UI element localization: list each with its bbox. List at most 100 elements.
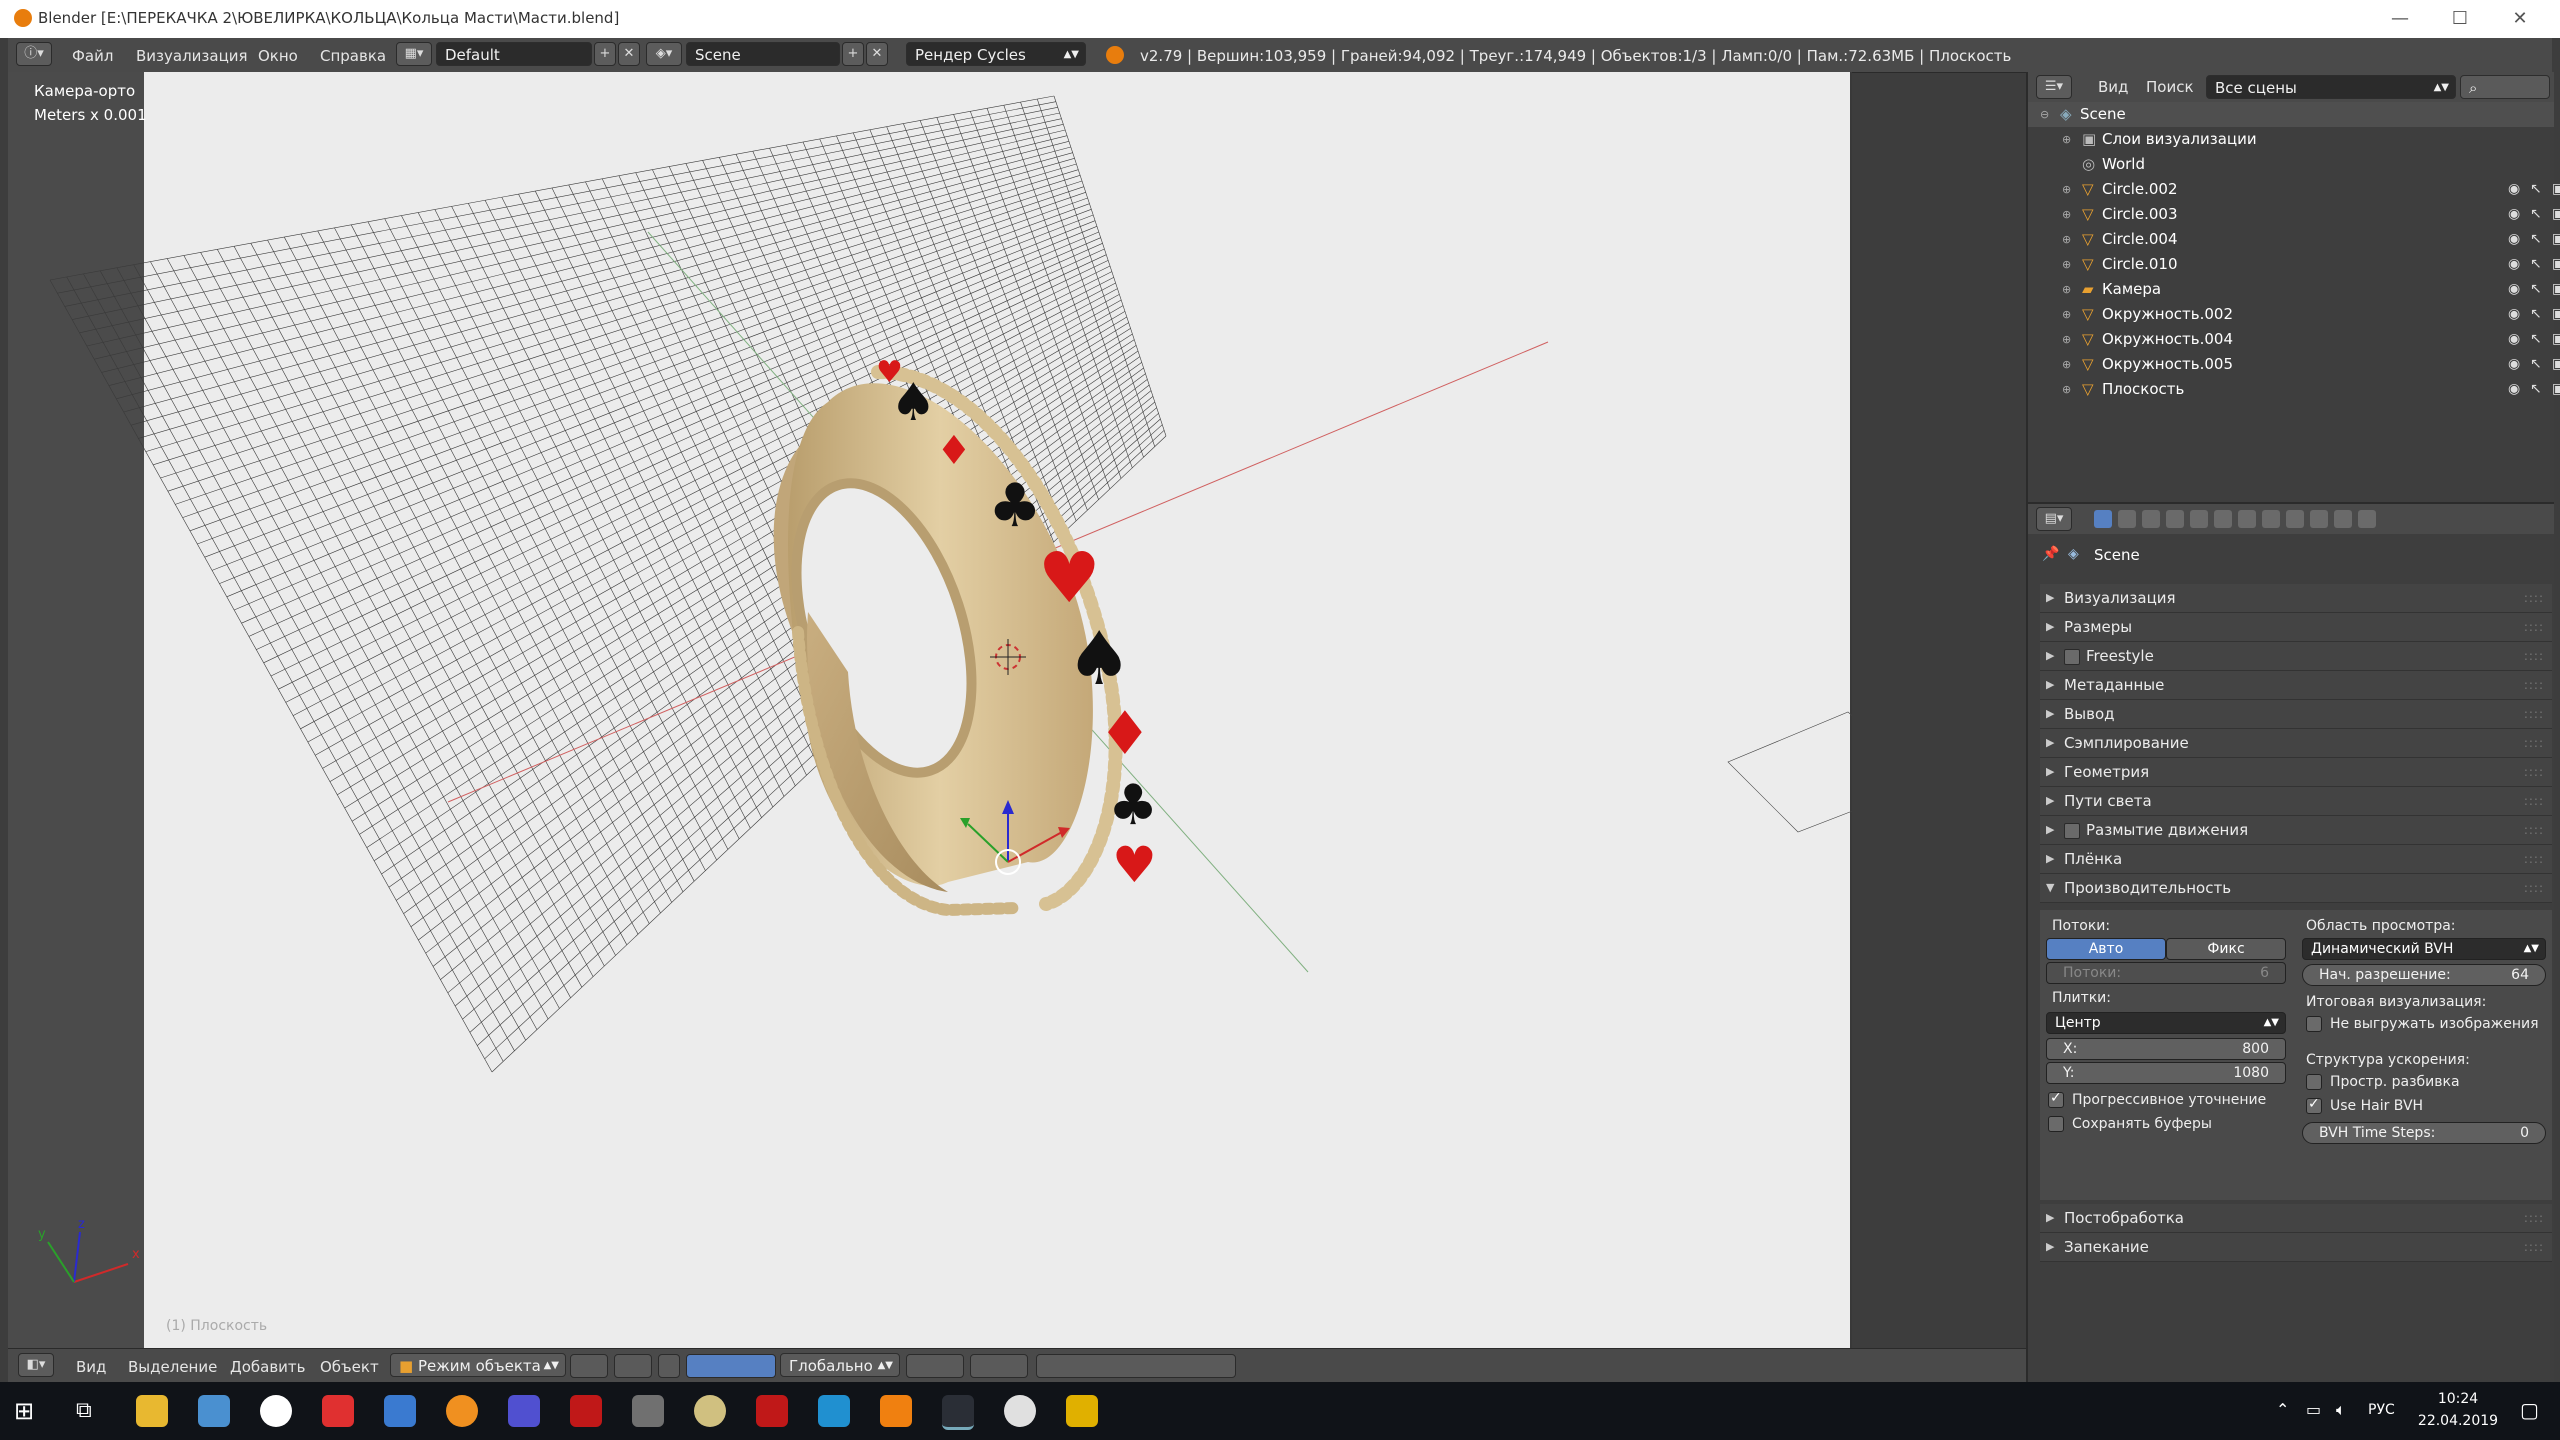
monitor-app-icon[interactable] xyxy=(384,1395,416,1427)
expand-toggle-icon[interactable]: ⊕ xyxy=(2062,327,2071,352)
modifiers-tab-icon[interactable] xyxy=(2238,510,2256,528)
viewport-scene[interactable]: ♠ ♦ ♣ ♥ ♠ ♦ ♣ ♥ ♥ x z y xyxy=(8,72,1852,1348)
outliner-item[interactable]: ⊕ ▣ Слои визуализации xyxy=(2028,127,2554,152)
panel-header[interactable]: ▶ Сэмплирование:::: xyxy=(2040,729,2552,758)
scene-icon[interactable]: ◈▾ xyxy=(646,42,682,66)
drag-handle-icon[interactable]: :::: xyxy=(2524,787,2544,815)
outliner-item[interactable]: ⊕ ▽ Окружность.005 ◉ ↖ ▣ xyxy=(2028,352,2560,377)
settings-app-icon[interactable] xyxy=(446,1395,478,1427)
outliner-item[interactable]: ⊕ ▽ Circle.002 ◉ ↖ ▣ xyxy=(2028,177,2560,202)
bvh-type-select[interactable]: Динамический BVH ▲▼ xyxy=(2302,938,2546,960)
drag-handle-icon[interactable]: :::: xyxy=(2524,816,2544,844)
panel-header[interactable]: ▶ Плёнка:::: xyxy=(2040,845,2552,874)
notifications-icon[interactable]: ▢ xyxy=(2520,1398,2539,1422)
cursor-icon[interactable]: ↖ xyxy=(2530,252,2542,277)
tile-x-field[interactable]: X: 800 xyxy=(2046,1038,2286,1060)
particles-tab-icon[interactable] xyxy=(2334,510,2352,528)
data-tab-icon[interactable] xyxy=(2262,510,2280,528)
render-icon[interactable]: ▣ xyxy=(2552,202,2560,227)
scene-field[interactable]: Scene xyxy=(686,42,840,66)
eye-icon[interactable]: ◉ xyxy=(2508,252,2520,277)
render-layers-tab-icon[interactable] xyxy=(2118,510,2136,528)
outliner-item[interactable]: ⊕ ▽ Окружность.004 ◉ ↖ ▣ xyxy=(2028,327,2560,352)
add-scene-icon[interactable]: + xyxy=(842,42,864,66)
menu-file[interactable]: Файл xyxy=(72,47,113,65)
render-icon[interactable]: ▣ xyxy=(2552,377,2560,402)
remove-scene-icon[interactable]: ✕ xyxy=(866,42,888,66)
outliner-menu-search[interactable]: Поиск xyxy=(2146,78,2194,96)
panel-header[interactable]: ▶ Метаданные:::: xyxy=(2040,671,2552,700)
expand-toggle-icon[interactable]: ⊕ xyxy=(2062,302,2071,327)
outliner-item[interactable]: ⊕ ▽ Circle.003 ◉ ↖ ▣ xyxy=(2028,202,2560,227)
editor-type-3d-icon[interactable]: ◧▾ xyxy=(18,1353,54,1377)
drag-handle-icon[interactable]: :::: xyxy=(2524,1204,2544,1232)
expand-toggle-icon[interactable]: ⊕ xyxy=(2062,252,2071,277)
computer-icon[interactable] xyxy=(198,1395,230,1427)
outliner-item[interactable]: ⊕ ▽ Circle.010 ◉ ↖ ▣ xyxy=(2028,252,2560,277)
menu-view[interactable]: Вид xyxy=(76,1358,106,1376)
font-app-icon[interactable] xyxy=(508,1395,540,1427)
expand-toggle-icon[interactable]: ⊕ xyxy=(2062,227,2071,252)
panel-enable-checkbox[interactable] xyxy=(2064,649,2080,665)
start-resolution-field[interactable]: Нач. разрешение: 64 xyxy=(2302,964,2546,986)
panel-header[interactable]: ▶ Визуализация:::: xyxy=(2040,584,2552,613)
cursor-icon[interactable]: ↖ xyxy=(2530,377,2542,402)
menu-object[interactable]: Объект xyxy=(320,1358,379,1376)
manipulator-toggle[interactable] xyxy=(658,1354,680,1378)
outliner-item[interactable]: ⊖ ◈ Scene xyxy=(2028,102,2554,127)
outliner-item[interactable]: ⊕ ▽ Окружность.002 ◉ ↖ ▣ xyxy=(2028,302,2560,327)
panel-header[interactable]: ▶ Размытие движения:::: xyxy=(2040,816,2552,845)
render-icon[interactable]: ▣ xyxy=(2552,177,2560,202)
screen-layout-icon[interactable]: ▦▾ xyxy=(396,42,432,66)
drag-handle-icon[interactable]: :::: xyxy=(2524,874,2544,902)
eye-icon[interactable]: ◉ xyxy=(2508,227,2520,252)
render-icon[interactable]: ▣ xyxy=(2552,302,2560,327)
editor-type-outliner-icon[interactable]: ☰▾ xyxy=(2036,75,2072,99)
outliner-filter-select[interactable]: Все сцены ▲▼ xyxy=(2206,75,2456,99)
outliner-menu-view[interactable]: Вид xyxy=(2098,78,2128,96)
persistent-images-checkbox[interactable] xyxy=(2306,1016,2322,1032)
menu-help[interactable]: Справка xyxy=(320,47,386,65)
volume-icon[interactable]: 🔈︎ xyxy=(2336,1400,2346,1420)
render-icon[interactable]: ▣ xyxy=(2552,352,2560,377)
file-explorer-icon[interactable] xyxy=(136,1395,168,1427)
tray-chevron-icon[interactable]: ⌃ xyxy=(2276,1400,2289,1419)
spatial-split-checkbox[interactable] xyxy=(2306,1074,2322,1090)
editor-type-info-icon[interactable]: ⓘ▾ xyxy=(16,42,52,66)
chrome-icon[interactable] xyxy=(1004,1395,1036,1427)
cursor-icon[interactable]: ↖ xyxy=(2530,327,2542,352)
eye-icon[interactable]: ◉ xyxy=(2508,302,2520,327)
outliner-item[interactable]: ⊕ ▽ Плоскость ◉ ↖ ▣ xyxy=(2028,377,2560,402)
yandex-browser-icon[interactable] xyxy=(260,1395,292,1427)
use-hair-bvh-checkbox[interactable] xyxy=(2306,1096,2322,1114)
drag-handle-icon[interactable]: :::: xyxy=(2524,584,2544,612)
layers-grid-1[interactable] xyxy=(906,1354,964,1378)
texture-tab-icon[interactable] xyxy=(2310,510,2328,528)
panel-header[interactable]: ▶ Постобработка:::: xyxy=(2040,1204,2552,1233)
task-view-icon[interactable]: ⧉ xyxy=(76,1398,102,1424)
expand-toggle-icon[interactable]: ⊕ xyxy=(2062,177,2071,202)
drag-handle-icon[interactable]: :::: xyxy=(2524,845,2544,873)
cursor-icon[interactable]: ↖ xyxy=(2530,302,2542,327)
panel-header[interactable]: ▶ Геометрия:::: xyxy=(2040,758,2552,787)
3d-viewport[interactable]: ♠ ♦ ♣ ♥ ♠ ♦ ♣ ♥ ♥ x z y Камера-орто Mete… xyxy=(8,72,1852,1348)
panel-header[interactable]: ▶ Вывод:::: xyxy=(2040,700,2552,729)
eye-icon[interactable]: ◉ xyxy=(2508,202,2520,227)
panel-header[interactable]: ▶ Запекание:::: xyxy=(2040,1233,2552,1262)
outliner-item[interactable]: ⊕ ▽ Circle.004 ◉ ↖ ▣ xyxy=(2028,227,2560,252)
expand-toggle-icon[interactable]: ⊕ xyxy=(2062,127,2071,152)
clock-time[interactable]: 10:24 xyxy=(2408,1391,2508,1407)
editor-type-properties-icon[interactable]: ▤▾ xyxy=(2036,507,2072,531)
panel-enable-checkbox[interactable] xyxy=(2064,823,2080,839)
object-tab-icon[interactable] xyxy=(2190,510,2208,528)
close-button[interactable]: ✕ xyxy=(2500,4,2540,34)
cursor-icon[interactable]: ↖ xyxy=(2530,352,2542,377)
cursor-icon[interactable]: ↖ xyxy=(2530,227,2542,252)
eye-icon[interactable]: ◉ xyxy=(2508,177,2520,202)
panel-header[interactable]: ▶ Пути света:::: xyxy=(2040,787,2552,816)
drag-handle-icon[interactable]: :::: xyxy=(2524,671,2544,699)
material-tab-icon[interactable] xyxy=(2286,510,2304,528)
drag-handle-icon[interactable]: :::: xyxy=(2524,613,2544,641)
network-icon[interactable]: ▭ xyxy=(2306,1400,2321,1419)
clock-date[interactable]: 22.04.2019 xyxy=(2408,1413,2508,1429)
